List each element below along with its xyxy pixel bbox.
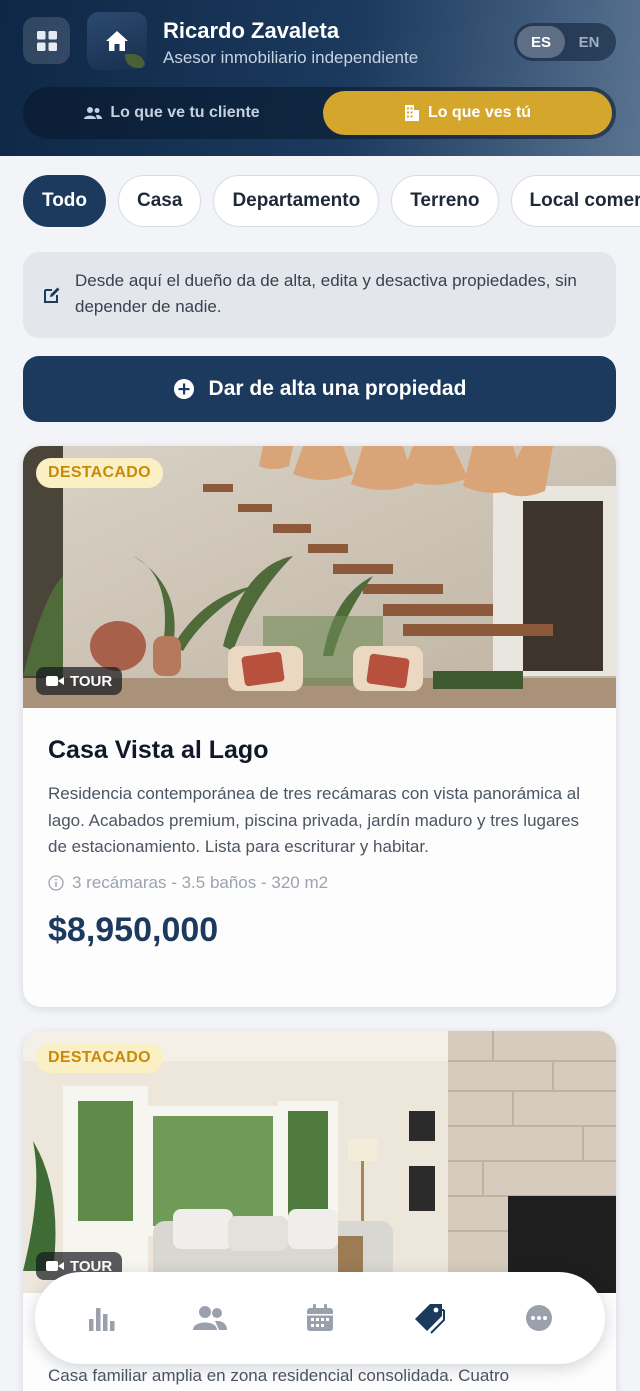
featured-badge: DESTACADO <box>36 1043 163 1073</box>
menu-grid-button[interactable] <box>23 17 70 64</box>
filter-chip-todo[interactable]: Todo <box>23 175 107 227</box>
property-title: Casa Vista al Lago <box>48 736 269 764</box>
tour-button[interactable]: TOUR <box>36 667 123 695</box>
view-client-label: Lo que ve tu cliente <box>110 104 260 121</box>
view-client-button[interactable]: Lo que ve tu cliente <box>27 91 317 135</box>
logo <box>87 12 147 70</box>
info-note: Desde aquí el dueño da de alta, edita y … <box>23 252 616 338</box>
property-type-filters: TodoCasaDepartamentoTerrenoLocal comerci… <box>23 175 640 228</box>
property-meta-text: 3 recámaras - 3.5 baños - 320 m2 <box>72 872 329 892</box>
lang-es[interactable]: ES <box>517 26 565 58</box>
property-meta: 3 recámaras - 3.5 baños - 320 m2 <box>48 873 591 893</box>
tag-icon <box>415 1304 445 1334</box>
lang-en[interactable]: EN <box>565 26 613 58</box>
nav-calendar[interactable] <box>298 1296 342 1340</box>
leaf-decoration <box>125 54 145 68</box>
view-owner-button[interactable]: Lo que ves tú <box>323 91 612 135</box>
property-price: $8,950,000 <box>48 910 219 949</box>
filter-chip-casa[interactable]: Casa <box>118 175 202 227</box>
property-card-body: Casa Vista al Lago Residencia contemporá… <box>23 708 616 950</box>
nav-properties[interactable] <box>408 1296 452 1340</box>
more-icon <box>526 1305 552 1331</box>
add-property-button[interactable]: Dar de alta una propiedad <box>23 356 616 422</box>
nav-stats[interactable] <box>79 1296 123 1340</box>
agent-role: Asesor inmobiliario independiente <box>163 48 419 67</box>
users-icon <box>84 107 103 119</box>
chart-icon <box>89 1308 115 1331</box>
agent-name: Ricardo Zavaleta <box>163 18 340 43</box>
video-camera-icon <box>46 676 64 686</box>
filter-chip-local-comercial[interactable]: Local comercial <box>510 175 640 227</box>
filter-chip-terreno[interactable]: Terreno <box>391 175 499 227</box>
users-icon <box>193 1306 227 1330</box>
bottom-navigation <box>35 1272 605 1364</box>
building-icon <box>404 105 419 121</box>
nav-clients[interactable] <box>188 1296 232 1340</box>
view-toggle[interactable]: Lo que ve tu cliente Lo que ves tú <box>23 87 616 139</box>
calendar-icon <box>307 1304 333 1331</box>
property-photo[interactable]: DESTACADO TOUR <box>23 1031 616 1293</box>
home-icon <box>106 31 128 51</box>
grid-icon <box>36 30 57 51</box>
info-text: Desde aquí el dueño da de alta, edita y … <box>75 271 577 316</box>
nav-more[interactable] <box>517 1296 561 1340</box>
view-owner-label: Lo que ves tú <box>427 104 532 121</box>
language-switch[interactable]: ES EN <box>514 23 616 61</box>
tour-label: TOUR <box>70 672 113 690</box>
app-header: Ricardo Zavaleta Asesor inmobiliario ind… <box>0 0 640 156</box>
property-photo[interactable]: DESTACADO TOUR <box>23 446 616 708</box>
property-description: Residencia contemporánea de tres recámar… <box>48 784 580 856</box>
info-icon <box>48 874 64 891</box>
video-camera-icon <box>46 1261 64 1271</box>
filter-chip-departamento[interactable]: Departamento <box>213 175 380 227</box>
property-card[interactable]: DESTACADO TOUR Casa Vista al Lago Reside… <box>23 446 616 1007</box>
edit-icon <box>44 287 60 303</box>
featured-badge: DESTACADO <box>36 458 163 488</box>
add-property-label: Dar de alta una propiedad <box>208 377 467 400</box>
plus-circle-icon <box>173 379 194 399</box>
property-description: Casa familiar amplia en zona residencial… <box>48 1366 510 1385</box>
